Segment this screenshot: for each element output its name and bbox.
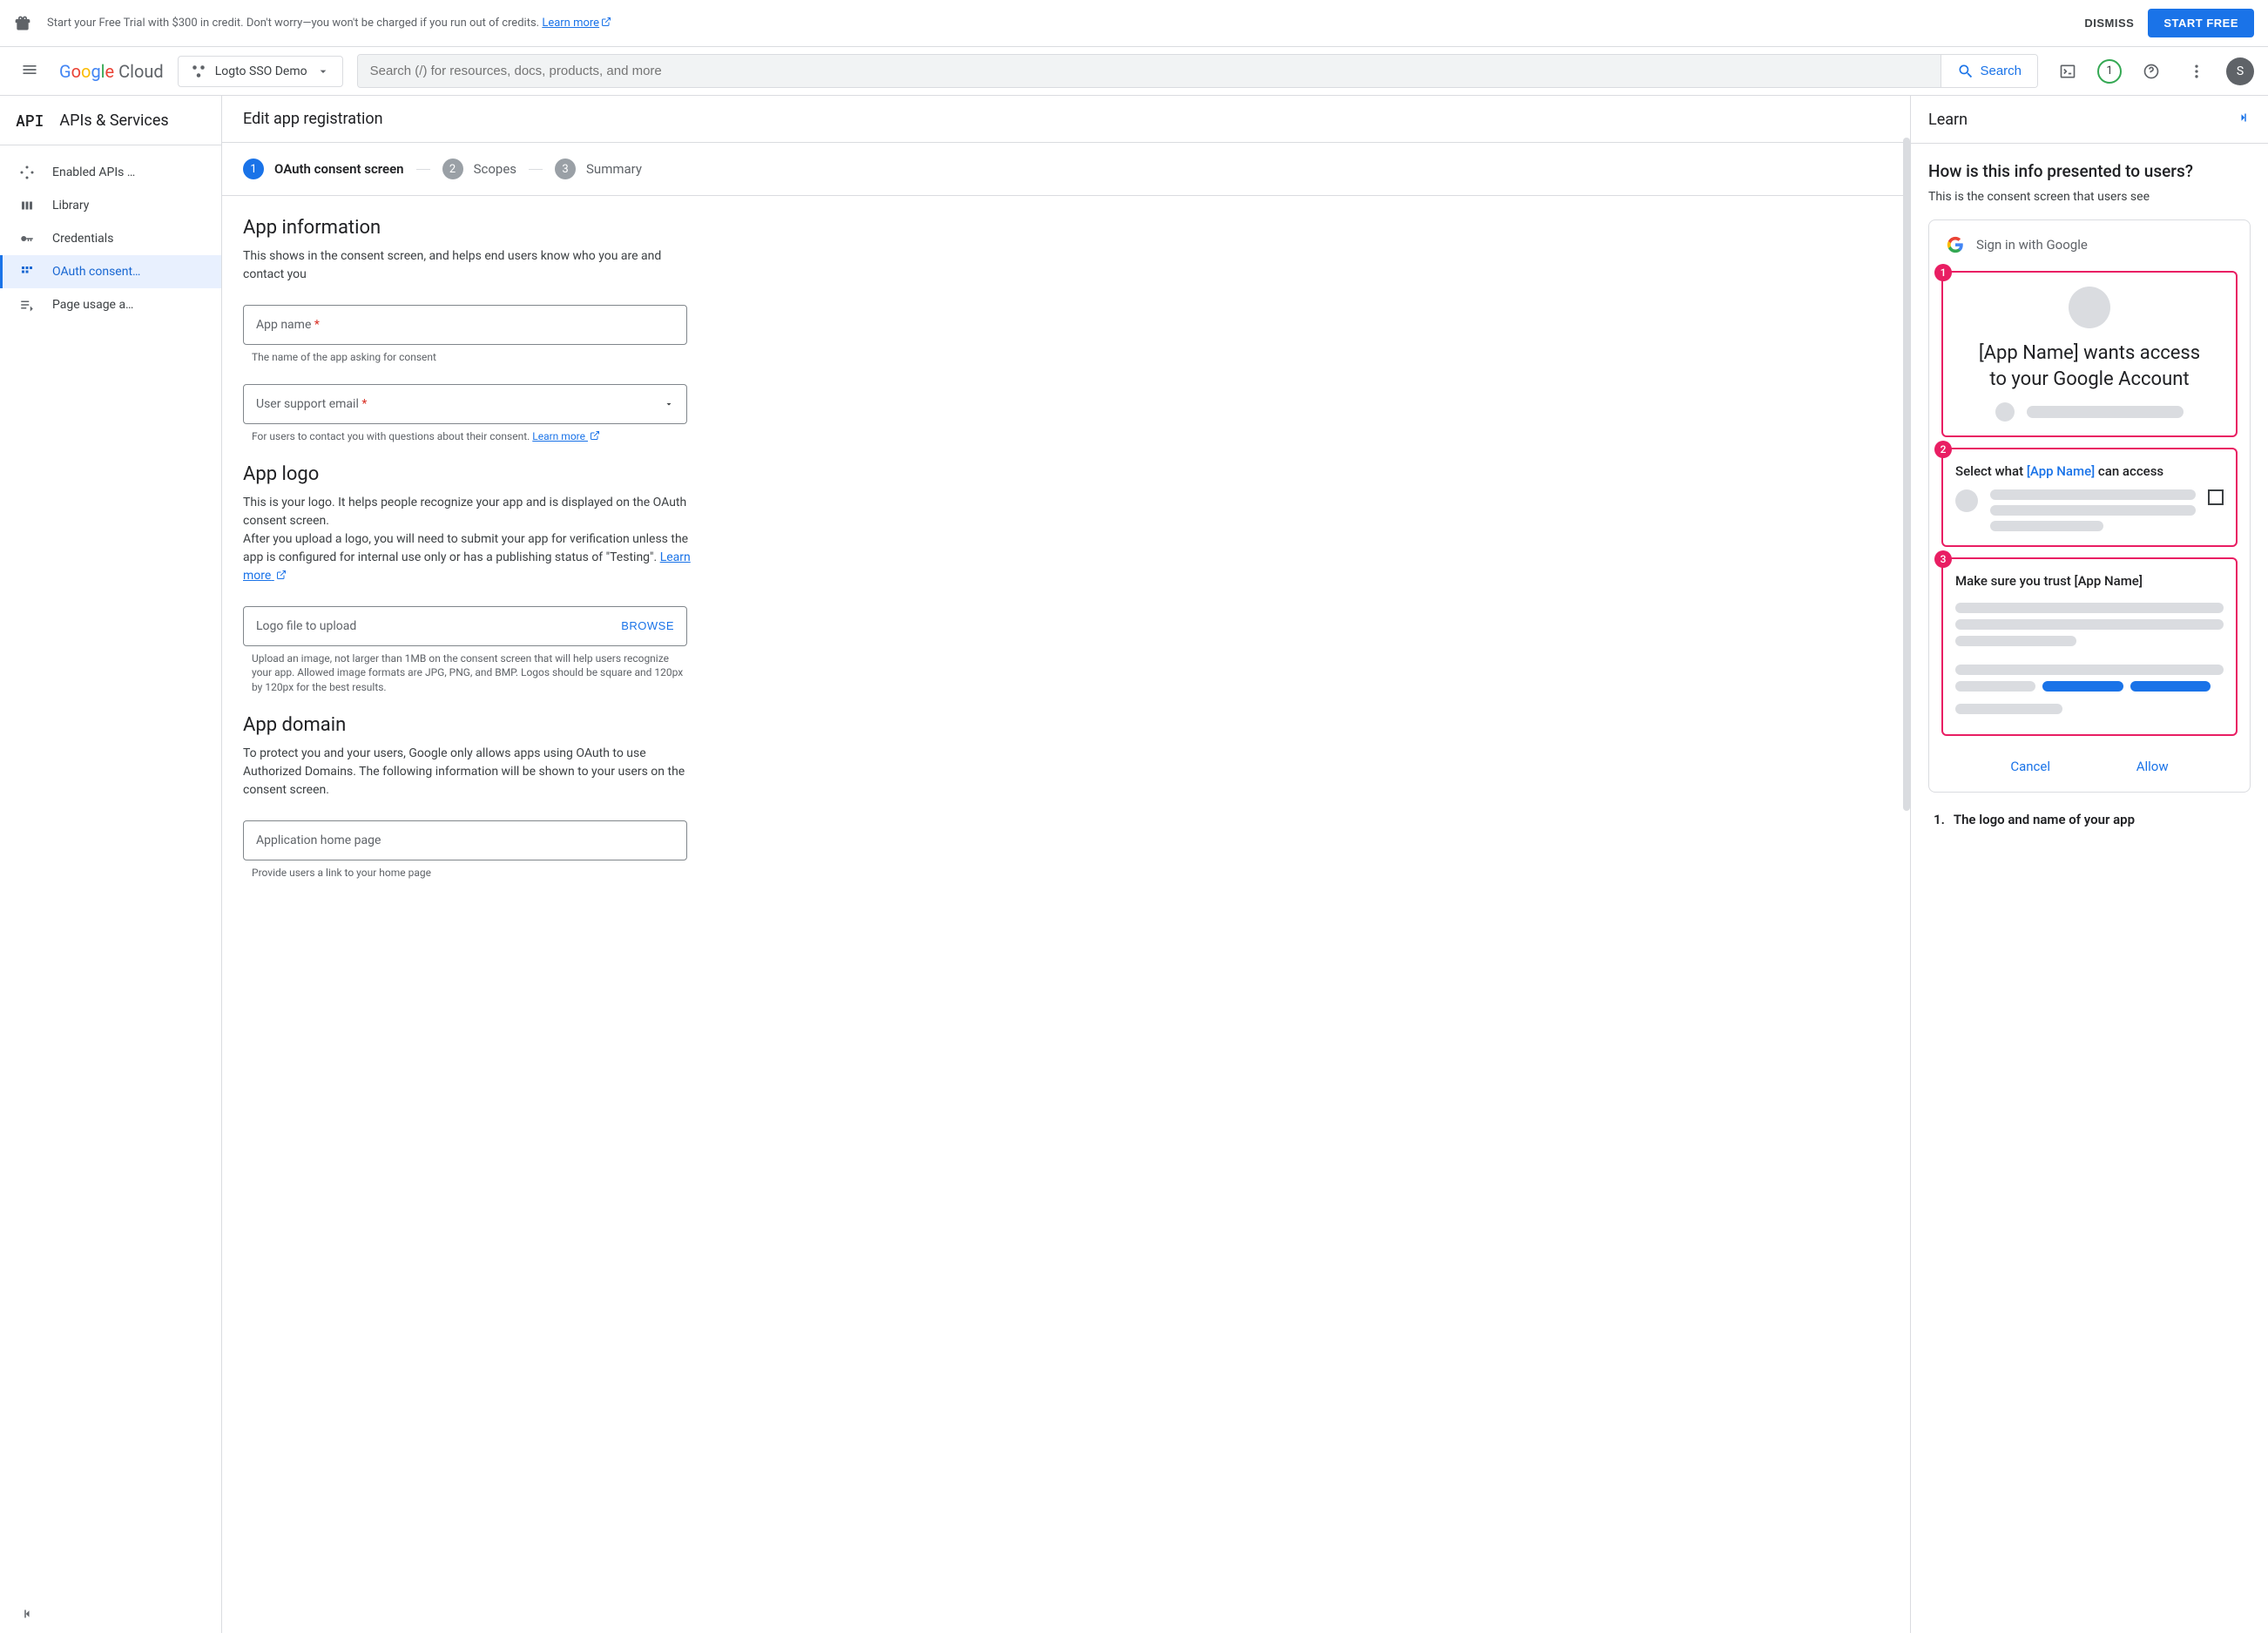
hamburger-menu-button[interactable] (14, 54, 45, 88)
search-bar: Search (357, 54, 2038, 88)
banner-text: Start your Free Trial with $300 in credi… (47, 17, 2070, 30)
start-free-button[interactable]: START FREE (2148, 9, 2254, 37)
browse-button[interactable]: BROWSE (621, 619, 674, 632)
section-app-logo-heading: App logo (243, 463, 915, 485)
list-item: 1. The logo and name of your app (1934, 812, 2251, 827)
app-home-page-help: Provide users a link to your home page (252, 866, 687, 881)
preview-box-2-title: Select what [App Name] can access (1955, 463, 2224, 479)
sidebar-item-oauth-consent[interactable]: OAuth consent… (0, 255, 221, 288)
scrollbar[interactable] (1903, 138, 1910, 1633)
collapse-sidebar-button[interactable] (17, 1603, 38, 1624)
sidebar-item-enabled-apis[interactable]: Enabled APIs … (0, 156, 221, 189)
top-header: Google Cloud Logto SSO Demo Search 1 S (0, 47, 2268, 96)
credentials-icon (19, 231, 35, 246)
user-support-email-field[interactable]: User support email * (243, 384, 687, 424)
terminal-icon (2059, 63, 2076, 80)
external-link-icon (590, 430, 600, 441)
sidebar-title[interactable]: API APIs & Services (0, 96, 221, 145)
gift-icon (14, 15, 31, 32)
usage-icon (19, 297, 35, 313)
library-icon (19, 198, 35, 213)
section-app-domain-heading: App domain (243, 714, 915, 736)
consent-preview: Sign in with Google 1 [App Name] wants a… (1928, 219, 2251, 793)
preview-box-2: 2 Select what [App Name] can access (1941, 448, 2238, 547)
sidebar-item-label: Page usage a… (52, 298, 133, 312)
sidebar-item-label: OAuth consent… (52, 265, 140, 279)
preview-allow: Allow (2136, 759, 2169, 774)
project-icon (191, 64, 206, 79)
section-app-information-desc: This shows in the consent screen, and he… (243, 247, 705, 284)
learn-collapse-button[interactable] (2235, 110, 2251, 129)
preview-box-3-title: Make sure you trust [App Name] (1955, 573, 2224, 589)
sidebar-item-label: Credentials (52, 232, 113, 246)
sidebar-item-label: Library (52, 199, 89, 213)
dropdown-icon (664, 399, 674, 409)
external-link-icon (601, 17, 611, 27)
app-home-page-field[interactable]: Application home page (243, 820, 687, 860)
search-icon (1957, 63, 1974, 80)
chevron-right-icon (2235, 110, 2251, 125)
app-name-field[interactable]: App name * (243, 305, 687, 345)
dismiss-button[interactable]: DISMISS (2070, 10, 2148, 37)
user-support-email-help: For users to contact you with questions … (252, 429, 687, 444)
more-button[interactable] (2181, 56, 2212, 87)
more-vert-icon (2188, 63, 2205, 80)
learn-title: Learn (1928, 111, 1968, 129)
notifications-badge[interactable]: 1 (2097, 59, 2122, 84)
sign-in-text: Sign in with Google (1976, 237, 2088, 253)
app-domain-desc: To protect you and your users, Google on… (243, 745, 705, 800)
google-g-icon (1947, 236, 1964, 253)
logo-upload-help: Upload an image, not larger than 1MB on … (252, 651, 687, 695)
menu-icon (21, 61, 38, 78)
oauth-icon (19, 264, 35, 280)
learn-info-list: 1. The logo and name of your app (1928, 812, 2251, 827)
step-scopes[interactable]: 2 Scopes (442, 159, 516, 179)
preview-cancel: Cancel (2010, 759, 2050, 774)
user-avatar[interactable]: S (2226, 57, 2254, 85)
learn-subtitle: This is the consent screen that users se… (1928, 190, 2251, 204)
preview-box-3: 3 Make sure you trust [App Name] (1941, 557, 2238, 736)
learn-heading: How is this info presented to users? (1928, 161, 2251, 181)
avatar-placeholder (2069, 287, 2110, 328)
api-icon-text: API (16, 110, 44, 131)
step-oauth-consent[interactable]: 1 OAuth consent screen (243, 159, 404, 179)
learn-panel: Learn How is this info presented to user… (1911, 96, 2268, 1633)
chevron-down-icon (316, 64, 330, 78)
app-name-help: The name of the app asking for consent (252, 350, 687, 365)
sidebar-item-library[interactable]: Library (0, 189, 221, 222)
app-logo-desc1: This is your logo. It helps people recog… (243, 494, 705, 530)
free-trial-banner: Start your Free Trial with $300 in credi… (0, 0, 2268, 47)
google-cloud-logo[interactable]: Google Cloud (59, 61, 164, 82)
section-app-information-heading: App information (243, 217, 915, 239)
apis-icon (19, 165, 35, 180)
sidebar-item-credentials[interactable]: Credentials (0, 222, 221, 255)
project-picker[interactable]: Logto SSO Demo (178, 56, 343, 87)
step-separator (416, 169, 430, 170)
banner-learn-more-link[interactable]: Learn more (542, 17, 611, 30)
search-input[interactable] (358, 55, 1941, 87)
external-link-icon (276, 570, 287, 580)
preview-actions: Cancel Allow (1941, 746, 2238, 779)
preview-box-1: 1 [App Name] wants access to your Google… (1941, 271, 2238, 437)
form-stepper: 1 OAuth consent screen 2 Scopes 3 Summar… (222, 143, 1910, 196)
checkbox-placeholder (2208, 489, 2224, 505)
app-logo-desc2: After you upload a logo, you will need t… (243, 530, 705, 585)
chevron-left-icon (20, 1606, 36, 1622)
project-name: Logto SSO Demo (215, 64, 307, 78)
sidebar: API APIs & Services Enabled APIs … Libra… (0, 96, 222, 1633)
page-title: Edit app registration (222, 96, 1910, 143)
sidebar-item-page-usage[interactable]: Page usage a… (0, 288, 221, 321)
step-separator (529, 169, 543, 170)
step-summary[interactable]: 3 Summary (555, 159, 642, 179)
search-button[interactable]: Search (1941, 55, 2037, 87)
main-content: Edit app registration 1 OAuth consent sc… (222, 96, 1911, 1633)
email-learn-more-link[interactable]: Learn more (532, 430, 600, 442)
help-icon (2143, 63, 2160, 80)
cloud-shell-button[interactable] (2052, 56, 2083, 87)
consent-headline: [App Name] wants access to your Google A… (1971, 341, 2208, 392)
logo-upload-field[interactable]: Logo file to upload BROWSE (243, 606, 687, 646)
sidebar-item-label: Enabled APIs … (52, 165, 135, 179)
help-button[interactable] (2136, 56, 2167, 87)
